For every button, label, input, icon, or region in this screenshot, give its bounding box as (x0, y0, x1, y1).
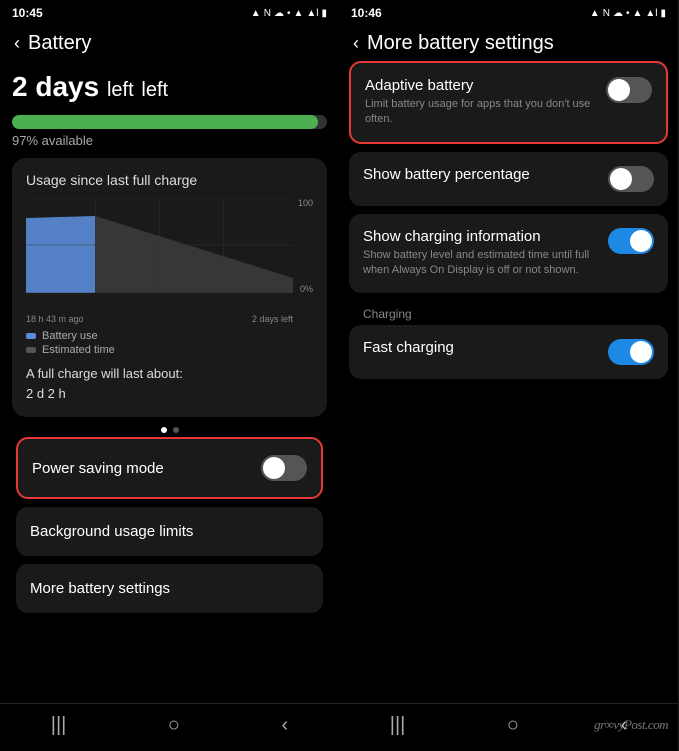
status-icons-right: ▲ N ☁ • ▲ ▲l ▮ (590, 8, 666, 19)
battery-full-icon-r: ▮ (660, 8, 666, 19)
right-panel: 10:46 ▲ N ☁ • ▲ ▲l ▮ ‹ More battery sett… (339, 0, 678, 751)
full-charge-value: 2 d 2 h (26, 386, 66, 401)
usage-card: Usage since last full charge 100 (12, 158, 327, 417)
legend-battery-label: Battery use (42, 330, 98, 342)
nav-menu-right[interactable]: ||| (390, 714, 406, 737)
right-header: ‹ More battery settings (339, 24, 678, 61)
days-left-word: left (141, 79, 168, 101)
back-button-right[interactable]: ‹ (353, 33, 359, 54)
fast-charging-title: Fast charging (363, 339, 596, 356)
time-right: 10:46 (351, 6, 382, 20)
legend-dot-estimate (26, 347, 36, 353)
show-charging-title: Show charging information (363, 228, 596, 245)
charging-section-label: Charging (349, 301, 668, 325)
left-content: 2 days left left 97% available Usage sin… (0, 61, 339, 703)
nav-back-left[interactable]: ‹ (282, 714, 289, 737)
signal-icon-r: ▲ (590, 8, 600, 19)
adaptive-battery-title: Adaptive battery (365, 77, 594, 94)
network-icon-r: N (603, 8, 610, 19)
battery-days-text: 2 days left left (12, 71, 327, 103)
signal-bars-icon: ▲l (306, 8, 318, 19)
battery-percent: 97% (12, 133, 38, 148)
chart-label-0: 0% (300, 284, 313, 294)
adaptive-battery-toggle[interactable] (606, 77, 652, 103)
more-battery-settings-label: More battery settings (30, 580, 170, 597)
fast-charging-toggle[interactable] (608, 339, 654, 365)
nav-home-left[interactable]: ○ (168, 714, 180, 737)
chart-label-100: 100 (298, 198, 313, 208)
show-charging-desc: Show battery level and estimated time un… (363, 248, 596, 279)
left-panel: 10:45 ▲ N ☁ • ▲ ▲l ▮ ‹ Battery 2 days le… (0, 0, 339, 751)
show-charging-toggle[interactable] (608, 228, 654, 254)
page-dot-2 (173, 427, 179, 433)
background-usage-item[interactable]: Background usage limits (16, 507, 323, 556)
back-button-left[interactable]: ‹ (14, 33, 20, 54)
show-percent-item[interactable]: Show battery percentage (349, 152, 668, 206)
adaptive-battery-desc: Limit battery usage for apps that you do… (365, 97, 594, 128)
show-charging-item[interactable]: Show charging information Show battery l… (349, 214, 668, 293)
bottom-nav-left: ||| ○ ‹ (0, 703, 339, 751)
days-left-label: left (107, 79, 134, 101)
watermark: gr∞vyPost.com (594, 717, 668, 733)
wifi-icon: ▲ (293, 8, 303, 19)
left-header: ‹ Battery (0, 24, 339, 61)
page-dot-1 (161, 427, 167, 433)
show-percent-toggle[interactable] (608, 166, 654, 192)
adaptive-battery-item[interactable]: Adaptive battery Limit battery usage for… (349, 61, 668, 144)
nav-menu-left[interactable]: ||| (51, 714, 67, 737)
show-percent-title: Show battery percentage (363, 166, 596, 183)
more-battery-settings-item[interactable]: More battery settings (16, 564, 323, 613)
battery-chart (26, 198, 293, 293)
dot-icon-r: • (626, 8, 630, 19)
days-value: 2 days (12, 71, 99, 102)
cloud-icon: ☁ (274, 8, 284, 19)
menu-section: Power saving mode Background usage limit… (12, 437, 327, 613)
full-charge-section: A full charge will last about: 2 d 2 h (26, 364, 313, 403)
signal-icon: ▲ (251, 8, 261, 19)
cloud-icon-r: ☁ (613, 8, 623, 19)
right-content: Adaptive battery Limit battery usage for… (339, 61, 678, 703)
legend-estimate: Estimated time (26, 344, 313, 356)
legend-battery: Battery use (26, 330, 313, 342)
legend-dot-battery (26, 333, 36, 339)
usage-title: Usage since last full charge (26, 172, 313, 188)
status-bar-right: 10:46 ▲ N ☁ • ▲ ▲l ▮ (339, 0, 678, 24)
battery-days-section: 2 days left left (12, 61, 327, 107)
chart-legend: Battery use Estimated time (26, 330, 313, 356)
chart-labels: 18 h 43 m ago 2 days left (26, 314, 313, 324)
left-page-title: Battery (28, 32, 91, 55)
background-usage-label: Background usage limits (30, 523, 193, 540)
fast-charging-text: Fast charging (363, 339, 596, 359)
battery-available: 97% available (12, 133, 327, 148)
time-left: 10:45 (12, 6, 43, 20)
battery-icon: ▮ (321, 8, 327, 19)
battery-bar-fill (12, 115, 318, 129)
fast-charging-item[interactable]: Fast charging (349, 325, 668, 379)
power-saving-item[interactable]: Power saving mode (16, 437, 323, 499)
chart-end-label: 2 days left (252, 314, 293, 324)
status-icons-left: ▲ N ☁ • ▲ ▲l ▮ (251, 8, 327, 19)
page-dots (12, 427, 327, 433)
network-icon: N (264, 8, 271, 19)
nav-home-right[interactable]: ○ (507, 714, 519, 737)
available-label: available (42, 133, 93, 148)
signal-bars-icon-r: ▲l (645, 8, 657, 19)
show-percent-text: Show battery percentage (363, 166, 596, 186)
battery-bar-container (12, 115, 327, 129)
power-saving-toggle[interactable] (261, 455, 307, 481)
status-bar-left: 10:45 ▲ N ☁ • ▲ ▲l ▮ (0, 0, 339, 24)
chart-area: 100 0% (26, 198, 313, 308)
full-charge-label: A full charge will last about: (26, 366, 183, 381)
wifi-icon-r: ▲ (632, 8, 642, 19)
chart-start-label: 18 h 43 m ago (26, 314, 84, 324)
right-page-title: More battery settings (367, 32, 554, 55)
adaptive-battery-text: Adaptive battery Limit battery usage for… (365, 77, 594, 128)
legend-estimate-label: Estimated time (42, 344, 115, 356)
dot-icon: • (287, 8, 291, 19)
power-saving-label: Power saving mode (32, 460, 164, 477)
show-charging-text: Show charging information Show battery l… (363, 228, 596, 279)
